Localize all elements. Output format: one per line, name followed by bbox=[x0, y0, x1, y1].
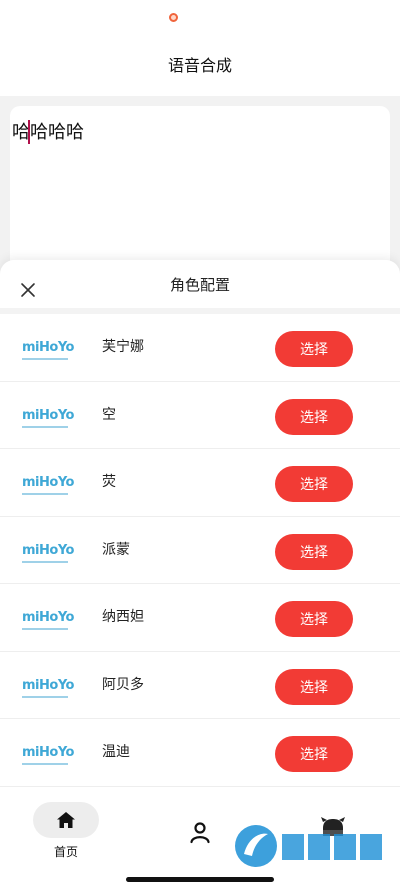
character-name: 芙宁娜 bbox=[102, 339, 144, 355]
select-button[interactable]: 选择 bbox=[275, 668, 353, 705]
mihoyo-logo: miHoYo bbox=[22, 539, 74, 563]
sheet-title: 角色配置 bbox=[169, 276, 230, 294]
bottom-tab-bar: 首页 bbox=[0, 790, 400, 888]
select-button[interactable]: 选择 bbox=[275, 466, 353, 502]
select-button[interactable]: 选择 bbox=[275, 601, 353, 637]
mihoyo-logo: miHoYo bbox=[22, 336, 74, 360]
mihoyo-logo: miHoYo bbox=[22, 674, 74, 698]
character-row: miHoYo 派蒙 选择 bbox=[0, 516, 400, 584]
mihoyo-logo: miHoYo bbox=[22, 404, 74, 428]
top-area: 语音合成 bbox=[0, 0, 400, 96]
character-name: 阿贝多 bbox=[102, 676, 144, 693]
character-row: miHoYo 阿贝多 选择 bbox=[0, 651, 400, 719]
page-title: 语音合成 bbox=[167, 56, 232, 75]
character-name: 空 bbox=[102, 406, 116, 423]
mihoyo-logo: miHoYo bbox=[22, 606, 74, 630]
select-button[interactable]: 选择 bbox=[275, 533, 353, 570]
text-content[interactable]: 哈哈哈哈 bbox=[12, 118, 84, 144]
character-name: 温迪 bbox=[102, 744, 130, 760]
text-cursor bbox=[28, 120, 30, 144]
character-row: miHoYo 纳西妲 选择 bbox=[0, 584, 400, 652]
character-name: 纳西妲 bbox=[102, 609, 144, 625]
character-name: 荧 bbox=[102, 474, 116, 490]
character-row: miHoYo 温迪 选择 bbox=[0, 719, 400, 787]
home-indicator bbox=[126, 877, 274, 882]
tab-home-label: 首页 bbox=[53, 845, 78, 859]
select-button[interactable]: 选择 bbox=[275, 331, 353, 367]
role-config-sheet: 角色配置 miHoYo 芙宁娜 选择 miHoYo 空 选择 miHoYo 荧 … bbox=[0, 260, 400, 790]
character-name: 派蒙 bbox=[102, 541, 130, 558]
mihoyo-logo: miHoYo bbox=[22, 471, 74, 495]
character-row: miHoYo 芙宁娜 选择 bbox=[0, 314, 400, 382]
watermark-logo-icon bbox=[235, 825, 382, 867]
user-icon[interactable] bbox=[188, 820, 212, 844]
tab-home[interactable] bbox=[33, 802, 99, 838]
status-indicator-icon bbox=[169, 13, 178, 22]
sheet-header: 角色配置 bbox=[0, 260, 400, 308]
character-row: miHoYo 空 选择 bbox=[0, 381, 400, 449]
mihoyo-logo: miHoYo bbox=[22, 741, 74, 765]
select-button[interactable]: 选择 bbox=[275, 736, 353, 772]
select-button[interactable]: 选择 bbox=[275, 398, 353, 435]
character-row: miHoYo 荧 选择 bbox=[0, 449, 400, 517]
home-icon bbox=[57, 812, 75, 828]
